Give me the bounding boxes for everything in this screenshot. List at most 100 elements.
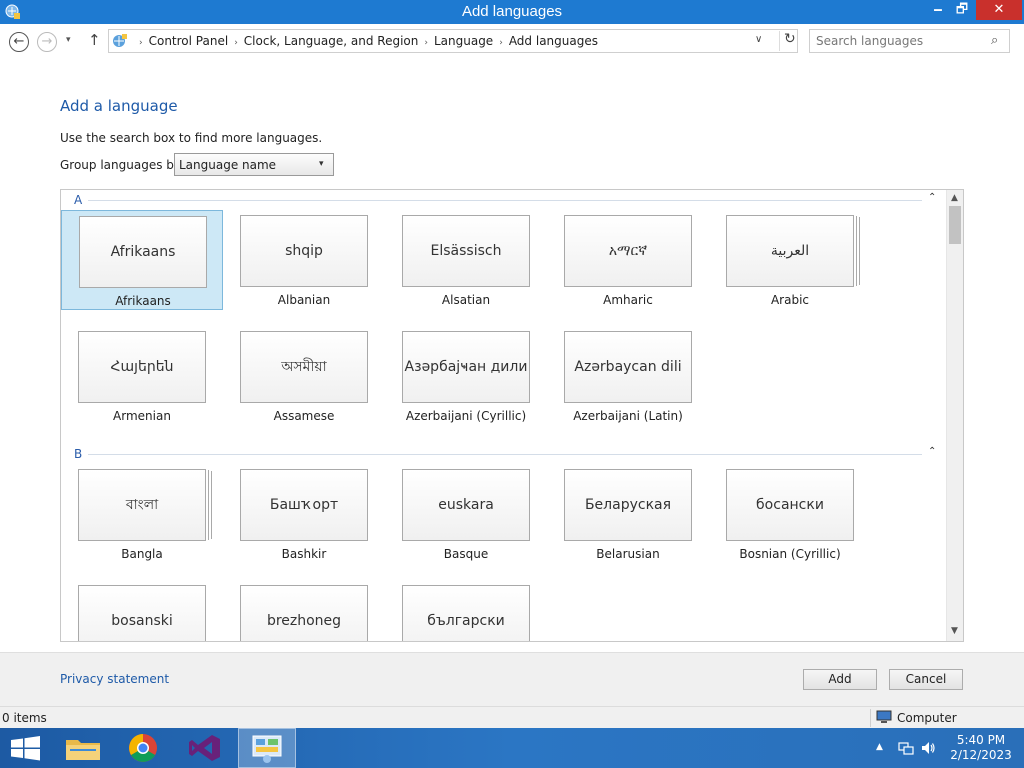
- group-divider: [88, 454, 922, 455]
- clock-date: 2/12/2023: [950, 748, 1012, 762]
- folder-icon: [66, 740, 100, 760]
- language-tile[interactable]: Azərbaycan dili Azerbaijani (Latin): [547, 326, 709, 426]
- address-dropdown-button[interactable]: ∨: [755, 34, 762, 45]
- page-title: Add a language: [60, 97, 178, 115]
- language-tile[interactable]: Հայերեն Armenian: [61, 326, 223, 426]
- collapse-group-button[interactable]: ⌃: [928, 446, 936, 457]
- language-tile[interactable]: Afrikaans Afrikaans: [61, 210, 223, 310]
- language-name: Basque: [443, 547, 489, 561]
- language-tile[interactable]: العربية Arabic: [709, 210, 871, 310]
- window-title: Add languages: [461, 3, 563, 20]
- language-native-name: bosanski: [78, 585, 206, 641]
- close-button[interactable]: ✕: [976, 0, 1022, 20]
- item-count: 0 items: [2, 711, 47, 725]
- breadcrumb-separator-icon[interactable]: ›: [499, 38, 503, 48]
- vertical-scrollbar[interactable]: ▲ ▼: [946, 190, 963, 641]
- language-native-name: Afrikaans: [79, 216, 207, 288]
- language-tile[interactable]: босански Bosnian (Cyrillic): [709, 464, 871, 564]
- address-bar[interactable]: › Control Panel › Clock, Language, and Regi…: [108, 29, 798, 53]
- language-name: Azerbaijani (Cyrillic): [405, 409, 527, 423]
- group-header: A: [74, 193, 83, 207]
- taskbar: ▲ 5:40 PM 2/12/2023: [0, 728, 1024, 768]
- language-native-name: অসমীয়া: [240, 331, 368, 403]
- add-button[interactable]: Add: [803, 669, 877, 690]
- scroll-down-button[interactable]: ▼: [951, 626, 958, 636]
- back-button[interactable]: ←: [9, 32, 29, 52]
- language-name: Arabic: [770, 293, 810, 307]
- language-name: Alsatian: [441, 293, 491, 307]
- network-icon[interactable]: [898, 740, 914, 756]
- language-native-name: босански: [726, 469, 854, 541]
- scroll-up-button[interactable]: ▲: [951, 193, 958, 203]
- group-header: B: [74, 447, 83, 461]
- search-icon[interactable]: ⌕: [991, 33, 998, 48]
- title-bar: Add languages 🗕 🗗 ✕: [0, 0, 1024, 24]
- taskbar-clock[interactable]: 5:40 PM 2/12/2023: [944, 733, 1018, 763]
- group-by-select[interactable]: Language name ▾: [174, 153, 334, 176]
- scroll-thumb[interactable]: [949, 206, 961, 244]
- breadcrumb-separator-icon[interactable]: ›: [234, 38, 238, 48]
- clock-time: 5:40 PM: [956, 733, 1006, 747]
- language-tile[interactable]: বাংলা Bangla: [61, 464, 223, 564]
- breadcrumb-item[interactable]: Clock, Language, and Region: [244, 34, 419, 48]
- up-button[interactable]: ↑: [88, 31, 101, 49]
- show-hidden-icons-button[interactable]: ▲: [876, 742, 883, 752]
- language-tile[interactable]: brezhonegBreton: [223, 580, 385, 641]
- breadcrumb-separator-icon[interactable]: ›: [139, 38, 143, 48]
- search-box[interactable]: ⌕: [809, 29, 1010, 53]
- chrome-icon: [129, 734, 157, 762]
- search-input[interactable]: [810, 30, 988, 52]
- chevron-down-icon: ▾: [319, 159, 324, 169]
- refresh-button[interactable]: ↻: [779, 31, 796, 51]
- language-tile[interactable]: euskara Basque: [385, 464, 547, 564]
- taskbar-control-panel[interactable]: [238, 728, 296, 768]
- control-panel-icon: [113, 34, 127, 47]
- start-button[interactable]: [0, 728, 54, 768]
- language-native-name: አማርኛ: [564, 215, 692, 287]
- taskbar-visual-studio[interactable]: [178, 728, 232, 768]
- language-tile[interactable]: Elsässisch Alsatian: [385, 210, 547, 310]
- status-bar: 0 items Computer: [0, 706, 1024, 728]
- navigation-bar: ← → ▾ ↑ › Control Panel › Clock, Language, …: [0, 24, 1024, 58]
- language-list[interactable]: A ⌃ Afrikaans Afrikaans shqip Albanian Elsässi…: [60, 189, 964, 642]
- language-tile[interactable]: Башҡорт Bashkir: [223, 464, 385, 564]
- language-native-name: Беларуская: [564, 469, 692, 541]
- language-native-name: Azərbaycan dili: [564, 331, 692, 403]
- collapse-group-button[interactable]: ⌃: [928, 192, 936, 203]
- language-native-name: বাংলা: [78, 469, 206, 541]
- language-tile[interactable]: shqip Albanian: [223, 210, 385, 310]
- language-name: Afrikaans: [115, 294, 171, 308]
- language-native-name: български: [402, 585, 530, 641]
- status-divider: [870, 709, 871, 727]
- taskbar-file-explorer[interactable]: [56, 728, 110, 768]
- language-name: Assamese: [273, 409, 335, 423]
- breadcrumb-item[interactable]: Control Panel: [149, 34, 229, 48]
- language-tile[interactable]: българскиBulgarian: [385, 580, 547, 641]
- computer-icon: [876, 710, 892, 723]
- language-tile[interactable]: Беларуская Belarusian: [547, 464, 709, 564]
- breadcrumb-separator-icon[interactable]: ›: [424, 38, 428, 48]
- cancel-button[interactable]: Cancel: [889, 669, 963, 690]
- language-native-name: Elsässisch: [402, 215, 530, 287]
- visual-studio-icon: [189, 735, 220, 761]
- breadcrumb-item[interactable]: Language: [434, 34, 493, 48]
- language-name: Albanian: [277, 293, 331, 307]
- language-tile[interactable]: አማርኛ Amharic: [547, 210, 709, 310]
- footer-bar: Privacy statement Add Cancel: [0, 652, 1024, 706]
- language-tile[interactable]: bosanskiBosnian (Latin): [61, 580, 223, 641]
- forward-button[interactable]: →: [37, 32, 57, 52]
- language-name: Armenian: [113, 409, 171, 423]
- volume-icon[interactable]: [920, 740, 936, 756]
- search-hint: Use the search box to find more language…: [60, 131, 323, 145]
- privacy-statement-link[interactable]: Privacy statement: [60, 672, 169, 686]
- language-tile[interactable]: অসমীয়া Assamese: [223, 326, 385, 426]
- breadcrumb-item[interactable]: Add languages: [509, 34, 598, 48]
- recent-locations-button[interactable]: ▾: [66, 35, 71, 45]
- taskbar-chrome[interactable]: [116, 728, 170, 768]
- language-name: Azerbaijani (Latin): [573, 409, 683, 423]
- breadcrumb: › Control Panel › Clock, Language, and Regi…: [133, 34, 598, 48]
- maximize-button[interactable]: 🗗: [948, 0, 976, 20]
- language-tile[interactable]: Азәрбајҹан дили Azerbaijani (Cyrillic): [385, 326, 547, 426]
- group-divider: [88, 200, 922, 201]
- language-native-name: Башҡорт: [240, 469, 368, 541]
